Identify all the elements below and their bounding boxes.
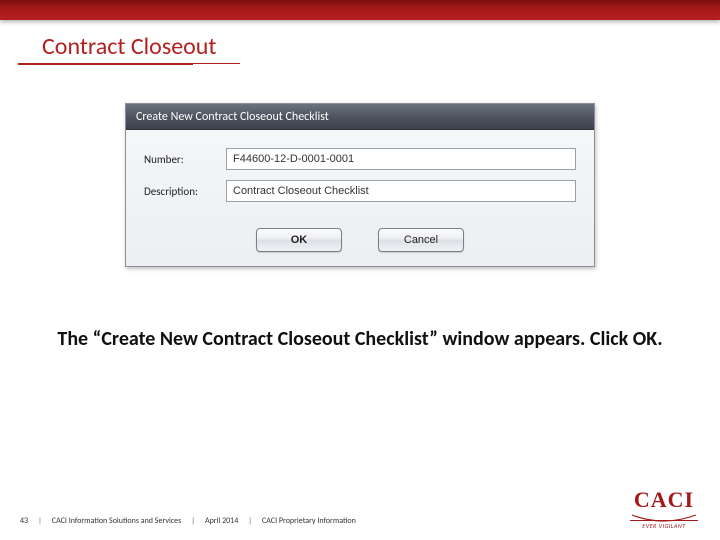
number-label: Number: bbox=[144, 153, 226, 166]
footer-separator: | bbox=[248, 516, 252, 526]
title-underline bbox=[18, 64, 193, 65]
form-row-number: Number: bbox=[144, 148, 576, 170]
footer-separator: | bbox=[191, 516, 195, 526]
dialog-button-row: OK Cancel bbox=[144, 220, 576, 252]
logo-swoosh-icon bbox=[630, 509, 698, 519]
dialog-titlebar: Create New Contract Closeout Checklist bbox=[126, 104, 594, 130]
slide-footer: 43 | CACI Information Solutions and Serv… bbox=[0, 516, 720, 526]
dialog-title: Create New Contract Closeout Checklist bbox=[136, 104, 329, 130]
dialog-body: Number: Description: OK Cancel bbox=[126, 130, 594, 266]
footer-classification: CACI Proprietary Information bbox=[262, 516, 356, 526]
brand-top-bar bbox=[0, 0, 720, 20]
form-row-description: Description: bbox=[144, 180, 576, 202]
page-title: Contract Closeout bbox=[18, 20, 240, 64]
ok-button[interactable]: OK bbox=[256, 228, 342, 252]
number-input[interactable] bbox=[226, 148, 576, 170]
description-label: Description: bbox=[144, 185, 226, 198]
footer-org: CACI Information Solutions and Services bbox=[52, 516, 181, 526]
page-number: 43 bbox=[20, 516, 28, 526]
instruction-caption: The “Create New Contract Closeout Checkl… bbox=[0, 327, 720, 352]
create-checklist-dialog: Create New Contract Closeout Checklist N… bbox=[125, 103, 595, 267]
cancel-button[interactable]: Cancel bbox=[378, 228, 464, 252]
footer-date: April 2014 bbox=[205, 516, 238, 526]
footer-left: 43 | CACI Information Solutions and Serv… bbox=[20, 516, 356, 526]
logo-text: CACI bbox=[630, 489, 698, 511]
description-input[interactable] bbox=[226, 180, 576, 202]
caci-logo: CACI EVER VIGILANT bbox=[630, 489, 698, 530]
footer-separator: | bbox=[38, 516, 42, 526]
dialog-container: Create New Contract Closeout Checklist N… bbox=[0, 103, 720, 267]
